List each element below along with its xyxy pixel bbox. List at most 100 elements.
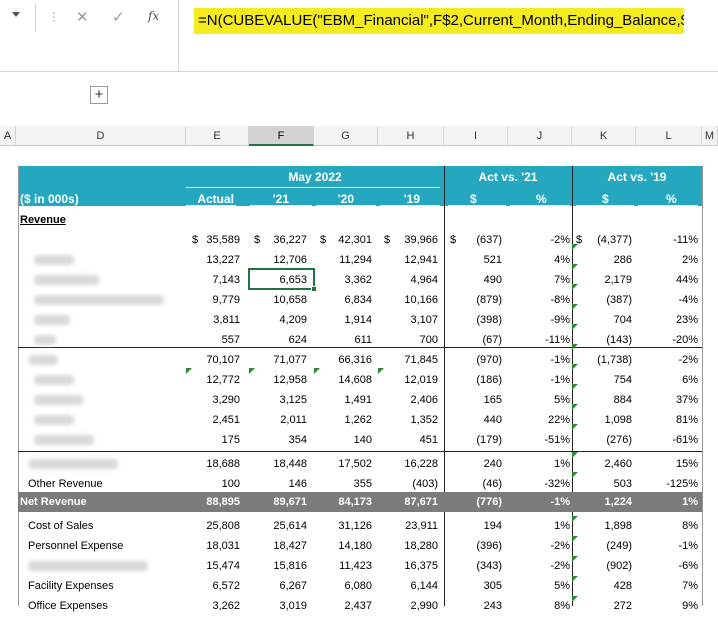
fill-handle[interactable] [311,286,317,292]
error-indicator-icon[interactable] [249,368,255,374]
worksheet-grid[interactable]: May 2022 Act vs. '21 Act vs. '19 ($ in 0… [0,146,718,620]
cell-j[interactable]: 4% [508,250,570,270]
cell-k[interactable]: (143) [572,330,632,350]
cell-f[interactable]: 71,077 [249,350,307,370]
cell-k[interactable]: (387) [572,290,632,310]
cell-g[interactable]: 3,362 [314,270,372,290]
cell-h[interactable]: 700 [378,330,438,350]
cell-l[interactable]: 8% [636,516,698,536]
cell-k[interactable]: 1,898 [572,516,632,536]
enter-icon[interactable]: ✓ [112,8,125,26]
column-header-a[interactable]: A [0,126,16,146]
cell-h[interactable]: 3,107 [378,310,438,330]
cell-j[interactable]: -2% [508,556,570,576]
cell-e[interactable]: 18,031 [186,536,240,556]
cell-j[interactable]: -2% [508,230,570,250]
cell-e[interactable]: 12,772 [186,370,240,390]
cell-i[interactable]: 521 [444,250,502,270]
cell-h[interactable]: 39,966 [378,230,438,250]
cell-h[interactable]: 2,990 [378,596,438,616]
error-indicator-icon[interactable] [572,596,578,602]
cell-k[interactable]: 1,224 [572,492,632,512]
cell-g[interactable]: 140 [314,430,372,450]
cell-j[interactable]: 5% [508,390,570,410]
cell-l[interactable]: -1% [636,536,698,556]
error-indicator-icon[interactable] [572,472,578,478]
cell-f[interactable]: 3,125 [249,390,307,410]
cell-k[interactable]: 2,179 [572,270,632,290]
cell-g[interactable]: 6,080 [314,576,372,596]
cell-j[interactable]: 1% [508,516,570,536]
error-indicator-icon[interactable] [572,304,578,310]
cell-f[interactable]: 6,267 [249,576,307,596]
error-indicator-icon[interactable] [572,384,578,390]
cell-k[interactable]: (249) [572,536,632,556]
column-header-d[interactable]: D [16,126,186,146]
cell-j[interactable]: 7% [508,270,570,290]
cell-l[interactable]: 81% [636,410,698,430]
cancel-icon[interactable]: ✕ [76,8,89,26]
cell-l[interactable]: -2% [636,350,698,370]
cell-h[interactable]: 71,845 [378,350,438,370]
cell-h[interactable]: 16,228 [378,454,438,474]
column-header-k[interactable]: K [572,126,636,146]
error-indicator-icon[interactable] [572,264,578,270]
cell-k[interactable]: (902) [572,556,632,576]
cell-f[interactable]: 89,671 [249,492,307,512]
cell-f[interactable]: 146 [249,474,307,494]
cell-h[interactable]: 23,911 [378,516,438,536]
column-header-i[interactable]: I [444,126,508,146]
selected-cell[interactable] [248,268,317,292]
cell-f[interactable]: 12,958 [249,370,307,390]
cell-g[interactable]: 42,301 [314,230,372,250]
cell-e[interactable]: 13,227 [186,250,240,270]
cell-g[interactable]: 1,914 [314,310,372,330]
cell-l[interactable]: 9% [636,596,698,616]
cell-j[interactable]: 5% [508,576,570,596]
error-indicator-icon[interactable] [572,284,578,290]
cell-g[interactable]: 2,437 [314,596,372,616]
column-header-h[interactable]: H [378,126,444,146]
cell-i[interactable]: (179) [444,430,502,450]
cell-i[interactable]: (67) [444,330,502,350]
cell-l[interactable]: 6% [636,370,698,390]
cell-j[interactable]: -1% [508,370,570,390]
cell-h[interactable]: 1,352 [378,410,438,430]
cell-i[interactable]: 243 [444,596,502,616]
cell-f[interactable]: 4,209 [249,310,307,330]
column-header-f[interactable]: F [249,126,314,146]
cell-h[interactable]: 12,019 [378,370,438,390]
error-indicator-icon[interactable] [572,516,578,522]
cell-i[interactable]: 305 [444,576,502,596]
cell-l[interactable]: -125% [636,474,698,494]
cell-k[interactable]: (4,377) [572,230,632,250]
cell-l[interactable]: 1% [636,492,698,512]
column-header-m[interactable]: M [702,126,718,146]
cell-l[interactable]: 23% [636,310,698,330]
cell-i[interactable]: (879) [444,290,502,310]
error-indicator-icon[interactable] [572,324,578,330]
error-indicator-icon[interactable] [572,364,578,370]
column-header-j[interactable]: J [508,126,572,146]
cell-g[interactable]: 355 [314,474,372,494]
error-indicator-icon[interactable] [314,368,320,374]
cell-e[interactable]: 25,808 [186,516,240,536]
cell-g[interactable]: 611 [314,330,372,350]
error-indicator-icon[interactable] [572,404,578,410]
cell-i[interactable]: (343) [444,556,502,576]
cell-l[interactable]: 2% [636,250,698,270]
cell-i[interactable]: 240 [444,454,502,474]
cell-e[interactable]: 7,143 [186,270,240,290]
cell-e[interactable]: 9,779 [186,290,240,310]
cell-e[interactable]: 88,895 [186,492,240,512]
cell-i[interactable]: (46) [444,474,502,494]
cell-f[interactable]: 2,011 [249,410,307,430]
cell-e[interactable]: 18,688 [186,454,240,474]
cell-l[interactable]: 44% [636,270,698,290]
cell-e[interactable]: 2,451 [186,410,240,430]
error-indicator-icon[interactable] [572,536,578,542]
cell-j[interactable]: -51% [508,430,570,450]
cell-j[interactable]: -8% [508,290,570,310]
cell-k[interactable]: 2,460 [572,454,632,474]
cell-j[interactable]: -32% [508,474,570,494]
